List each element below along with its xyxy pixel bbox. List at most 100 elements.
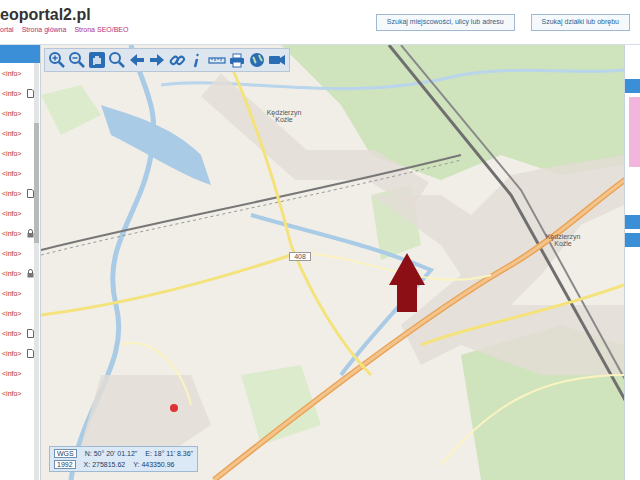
coordinates-row: 1992 X: 275815.62 Y: 443350.96 [54, 460, 193, 469]
arrow-right-icon [148, 51, 166, 69]
sidebar-item[interactable]: <info> [0, 163, 34, 183]
sidebar-item-label: <info> [2, 310, 21, 317]
sidebar-item-label: <info> [2, 370, 21, 377]
document-icon [27, 89, 34, 98]
search-button[interactable]: Szukaj działki lub obrębu [531, 14, 630, 31]
document-icon [27, 349, 34, 358]
sidebar-item-label: <info> [2, 390, 21, 397]
zoom-in-button[interactable] [48, 51, 66, 69]
coordinate-value: X: 275815.62 [84, 461, 126, 468]
sidebar-scrollbar[interactable] [34, 63, 39, 480]
sidebar-item[interactable]: <info> [0, 223, 34, 243]
sidebar-item-label: <info> [2, 270, 21, 277]
arrow-left-icon [128, 51, 146, 69]
sidebar-item[interactable]: <info> [0, 243, 34, 263]
sidebar-item[interactable]: <info> [0, 183, 34, 203]
sidebar-item-label: <info> [2, 130, 21, 137]
hand-button[interactable] [88, 51, 106, 69]
layer-list: <info> <info> <info> <info> <info> <info> <inf… [0, 63, 34, 480]
panel-toggle[interactable] [625, 215, 640, 229]
sidebar-item[interactable]: <info> [0, 63, 34, 83]
sidebar-item[interactable]: <info> [0, 83, 34, 103]
sidebar-item[interactable]: <info> [0, 103, 34, 123]
zoom-out-button[interactable] [68, 51, 86, 69]
info-button[interactable] [188, 51, 206, 69]
sidebar-item[interactable]: <info> [0, 343, 34, 363]
logo[interactable]: eoportal2.pl [0, 6, 128, 24]
sidebar-item-label: <info> [2, 110, 21, 117]
header-link[interactable]: Strona SEO/BEO [74, 26, 128, 33]
coordinates-row: WGS N: 50° 20' 01.12" E: 18° 11' 8.36" [54, 449, 193, 458]
sidebar-item-label: <info> [2, 170, 21, 177]
info-icon [188, 51, 206, 69]
sidebar-item[interactable]: <info> [0, 363, 34, 383]
sidebar-item[interactable]: <info> [0, 123, 34, 143]
sidebar-header [0, 45, 40, 63]
camera-button[interactable] [268, 51, 286, 69]
brand: eoportal2.pl ortal Strona główna Strona SEO… [0, 6, 128, 33]
header-link[interactable]: Strona główna [22, 26, 67, 33]
map-label: 408 [289, 252, 311, 261]
header: eoportal2.pl ortal Strona główna Strona SEO… [0, 0, 640, 45]
print-button[interactable] [228, 51, 246, 69]
lock-icon [27, 229, 34, 238]
sidebar-item-label: <info> [2, 150, 21, 157]
sidebar-item[interactable]: <info> [0, 263, 34, 283]
sidebar-item[interactable]: <info> [0, 143, 34, 163]
print-icon [228, 51, 246, 69]
coordinate-value: N: 50° 20' 01.12" [85, 450, 138, 457]
header-link[interactable]: ortal [0, 26, 14, 33]
arrow-left-button[interactable] [128, 51, 146, 69]
main-area: <info> <info> <info> <info> <info> <info> <inf… [0, 45, 640, 480]
sidebar-item-label: <info> [2, 70, 21, 77]
link-icon [168, 51, 186, 69]
sidebar-item[interactable]: <info> [0, 303, 34, 323]
search-button[interactable]: Szukaj miejscowości, ulicy lub adresu [376, 14, 515, 31]
globe-icon [248, 51, 266, 69]
panel-toggle[interactable] [625, 233, 640, 247]
spacer [625, 171, 640, 211]
magnifier-button[interactable] [108, 51, 126, 69]
right-panel [624, 45, 640, 480]
scrollbar-thumb[interactable] [34, 123, 39, 243]
coordinate-system[interactable]: 1992 [54, 460, 76, 469]
sidebar-item-label: <info> [2, 230, 21, 237]
sidebar-item[interactable]: <info> [0, 383, 34, 403]
sidebar-item-label: <info> [2, 210, 21, 217]
sidebar-item-label: <info> [2, 350, 21, 357]
magnifier-icon [108, 51, 126, 69]
document-icon [27, 189, 34, 198]
sidebar-item[interactable]: <info> [0, 283, 34, 303]
panel-toggle[interactable] [625, 79, 640, 93]
lock-icon [27, 269, 34, 278]
document-icon [27, 329, 34, 338]
header-links: ortal Strona główna Strona SEO/BEO [0, 26, 128, 33]
map-canvas [41, 45, 624, 480]
sidebar-item-label: <info> [2, 90, 21, 97]
sidebar-item-label: <info> [2, 190, 21, 197]
map-label: Kędzierzyn Koźle [541, 233, 585, 247]
arrow-right-button[interactable] [148, 51, 166, 69]
sidebar-item-label: <info> [2, 290, 21, 297]
coordinate-value: E: 18° 11' 8.36" [145, 450, 193, 457]
layer-sidebar: <info> <info> <info> <info> <info> <info> <inf… [0, 45, 41, 480]
coordinate-system[interactable]: WGS [54, 449, 77, 458]
coordinate-value: Y: 443350.96 [133, 461, 174, 468]
camera-icon [268, 51, 286, 69]
coordinates-box: WGS N: 50° 20' 01.12" E: 18° 11' 8.36" 1992… [49, 446, 198, 472]
sidebar-main: <info> <info> <info> <info> <info> <info> <inf… [0, 63, 40, 480]
overview-map[interactable] [629, 97, 640, 167]
zoom-in-icon [48, 51, 66, 69]
map-view[interactable]: Kędzierzyn KoźleKędzierzyn Koźle408WGSN:… [41, 45, 624, 480]
sidebar-item-label: <info> [2, 250, 21, 257]
ruler-icon [208, 51, 226, 69]
ruler-button[interactable] [208, 51, 226, 69]
globe-button[interactable] [248, 51, 266, 69]
sidebar-item-label: <info> [2, 330, 21, 337]
search-buttons: Szukaj miejscowości, ulicy lub adresu Szu… [376, 6, 630, 31]
sidebar-item[interactable]: <info> [0, 323, 34, 343]
link-button[interactable] [168, 51, 186, 69]
map-toolbar [44, 48, 290, 72]
hand-icon [88, 51, 106, 69]
sidebar-item[interactable]: <info> [0, 203, 34, 223]
